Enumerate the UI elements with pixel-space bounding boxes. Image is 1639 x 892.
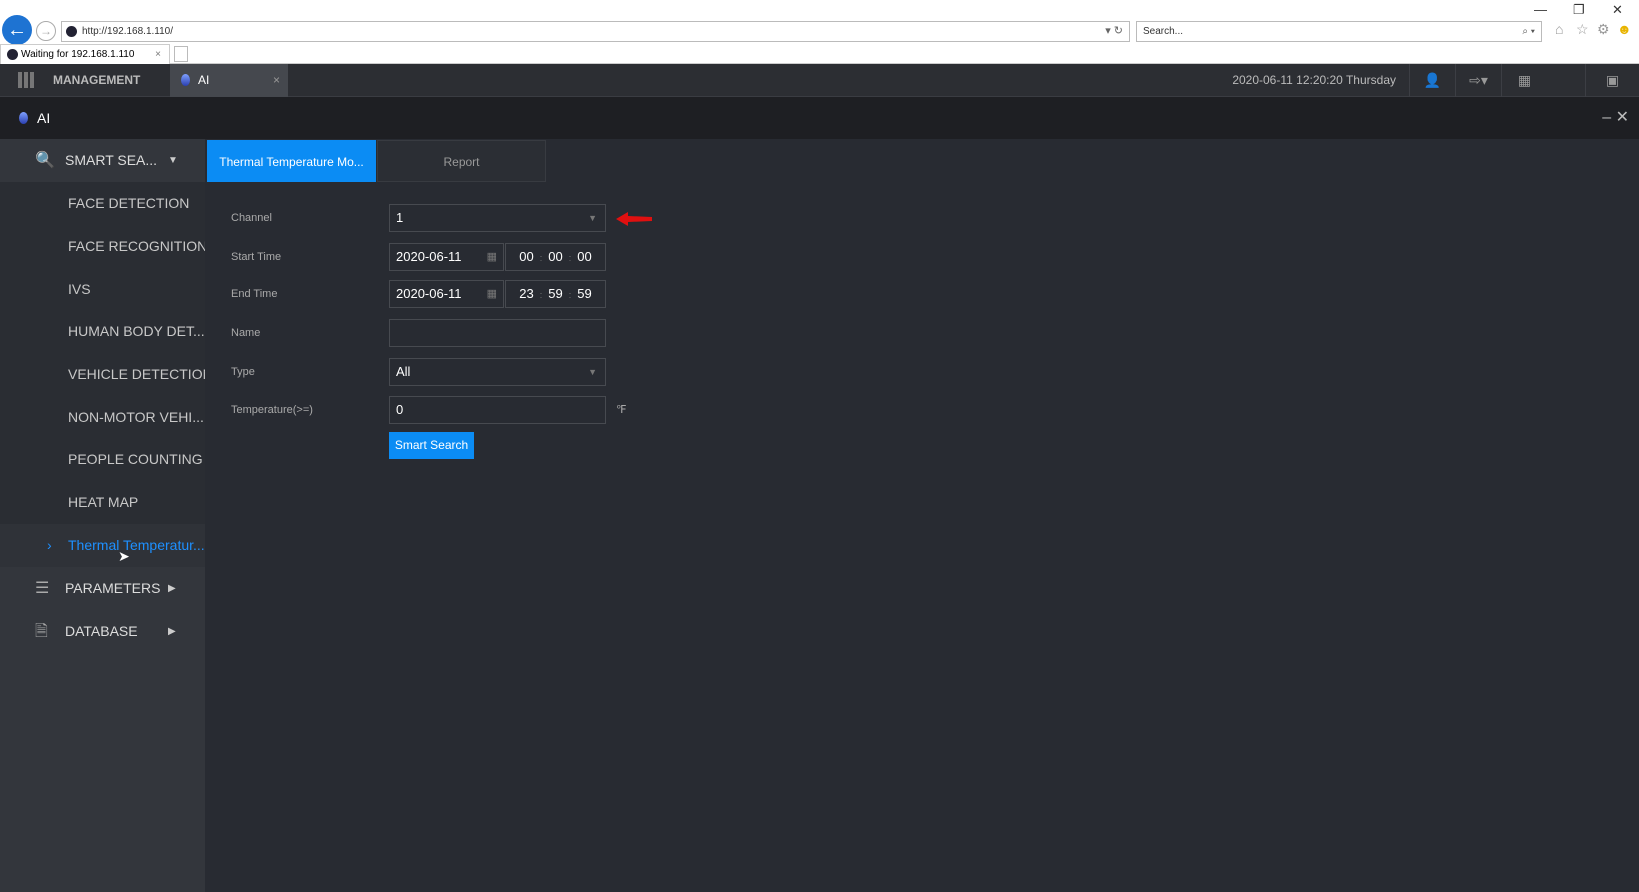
gear-icon[interactable]: ⚙ xyxy=(1597,21,1610,38)
datetime: 2020-06-11 12:20:20 Thursday xyxy=(1232,73,1396,87)
temperature-unit: ℉ xyxy=(616,404,627,416)
sidebar-label: SMART SEA... xyxy=(65,152,158,168)
start-time-input[interactable]: 00:00:00 xyxy=(505,243,606,271)
channel-label: Channel xyxy=(231,212,272,224)
type-label: Type xyxy=(231,366,255,378)
search-placeholder: Search... xyxy=(1143,26,1184,37)
tab-thermal-temperature[interactable]: Thermal Temperature Mo... xyxy=(207,140,376,182)
app-top-bar: MANAGEMENT AI × 2020-06-11 12:20:20 Thurs… xyxy=(0,64,1639,97)
hour: 00 xyxy=(519,249,534,264)
minimize-icon[interactable]: — xyxy=(1534,2,1547,17)
tab-title: Waiting for 192.168.1.110 xyxy=(21,49,135,60)
sidebar-item-heat-map[interactable]: HEAT MAP xyxy=(0,481,205,524)
smiley-icon[interactable]: ☻ xyxy=(1617,21,1632,37)
window-title-bar: AI – ✕ xyxy=(0,97,1639,139)
ai-icon xyxy=(181,74,190,86)
chevron-right-icon: › xyxy=(47,537,52,553)
globe-icon xyxy=(7,49,18,60)
sidebar-parameters[interactable]: ☰ PARAMETERS ▶ xyxy=(0,567,205,610)
database-icon: 🗎 xyxy=(35,623,48,640)
sidebar-item-people-counting[interactable]: PEOPLE COUNTING xyxy=(0,438,205,481)
sidebar-label: Thermal Temperatur... xyxy=(68,537,205,553)
sidebar-item-vehicle-detection[interactable]: VEHICLE DETECTION xyxy=(0,353,205,396)
qr-code-icon[interactable]: ▦ xyxy=(1501,64,1547,97)
refresh-icon[interactable]: ▾ ↻ xyxy=(1105,22,1123,41)
channel-value: 1 xyxy=(396,210,404,225)
back-button[interactable]: ← xyxy=(2,15,32,45)
dropdown-arrow-icon: ▼ xyxy=(588,367,597,377)
sidebar-item-human-body[interactable]: HUMAN BODY DET... xyxy=(0,310,205,353)
name-label: Name xyxy=(231,327,261,339)
globe-icon xyxy=(66,26,77,37)
restore-icon[interactable]: ❐ xyxy=(1573,2,1585,18)
name-input[interactable] xyxy=(389,319,606,347)
temperature-label: Temperature(>=) xyxy=(231,404,313,416)
smart-search-button[interactable]: Smart Search xyxy=(389,432,474,459)
close-tab-icon[interactable]: × xyxy=(155,45,161,64)
browser-chrome: ← → http://192.168.1.110/ ▾ ↻ Search... ⌕ … xyxy=(0,0,1639,64)
window-title: AI xyxy=(37,110,51,126)
channel-select[interactable]: 1 ▼ xyxy=(389,204,606,232)
calendar-icon[interactable]: ▦ xyxy=(487,281,497,307)
sidebar-item-thermal-temperature[interactable]: › Thermal Temperatur... xyxy=(0,524,205,567)
start-date-value: 2020-06-11 xyxy=(396,249,462,264)
end-time-label: End Time xyxy=(231,288,278,300)
star-icon[interactable]: ☆ xyxy=(1576,21,1589,38)
start-date-input[interactable]: 2020-06-11 ▦ xyxy=(389,243,504,271)
window-controls[interactable]: – ✕ xyxy=(1602,97,1629,139)
dropdown-arrow-icon: ▼ xyxy=(588,213,597,223)
tab-ai[interactable]: AI × xyxy=(170,64,288,97)
new-tab-button[interactable] xyxy=(174,46,188,62)
management-button[interactable]: MANAGEMENT xyxy=(0,64,170,97)
search-icon[interactable]: ⌕ ▾ xyxy=(1522,22,1535,41)
tab-report[interactable]: Report xyxy=(377,140,546,182)
type-select[interactable]: All ▼ xyxy=(389,358,606,386)
temperature-input[interactable]: 0 xyxy=(389,396,606,424)
caret-right-icon: ▶ xyxy=(168,583,176,594)
sidebar-item-face-detection[interactable]: FACE DETECTION xyxy=(0,182,205,225)
logout-icon[interactable]: ⇨▾ xyxy=(1455,64,1501,97)
management-label: MANAGEMENT xyxy=(53,73,141,87)
sidebar-item-face-recognition[interactable]: FACE RECOGNITION xyxy=(0,225,205,268)
browser-tab[interactable]: Waiting for 192.168.1.110 × xyxy=(0,44,170,64)
address-bar[interactable]: http://192.168.1.110/ ▾ ↻ xyxy=(61,21,1130,42)
close-tab-icon[interactable]: × xyxy=(273,64,280,97)
smart-search-icon: 🔍 xyxy=(35,152,55,169)
list-icon: ☰ xyxy=(35,580,50,597)
grid-icon xyxy=(18,72,34,88)
browser-search-input[interactable]: Search... ⌕ ▾ xyxy=(1136,21,1542,42)
url-text: http://192.168.1.110/ xyxy=(82,26,174,37)
start-time-label: Start Time xyxy=(231,251,282,263)
monitor-icon[interactable]: ▣ xyxy=(1585,64,1639,97)
ai-icon xyxy=(19,112,28,124)
tab-ai-label: AI xyxy=(198,73,210,87)
sidebar-smart-search[interactable]: 🔍 SMART SEA... ▼ xyxy=(0,139,205,182)
user-icon[interactable]: 👤 xyxy=(1409,64,1455,97)
sidebar-item-ivs[interactable]: IVS xyxy=(0,268,205,311)
sidebar-item-non-motor[interactable]: NON-MOTOR VEHI... xyxy=(0,396,205,439)
calendar-icon[interactable]: ▦ xyxy=(487,244,497,270)
mouse-cursor-icon: ➤ xyxy=(118,548,130,564)
minute: 59 xyxy=(548,286,563,301)
caret-down-icon: ▼ xyxy=(168,155,178,166)
end-date-input[interactable]: 2020-06-11 ▦ xyxy=(389,280,504,308)
red-arrow-icon xyxy=(616,212,652,226)
sidebar: 🔍 SMART SEA... ▼ FACE DETECTION FACE RECOG… xyxy=(0,139,205,892)
end-time-input[interactable]: 23:59:59 xyxy=(505,280,606,308)
minute: 00 xyxy=(548,249,563,264)
home-icon[interactable]: ⌂ xyxy=(1555,21,1563,37)
sidebar-submenu: FACE DETECTION FACE RECOGNITION IVS HUMA… xyxy=(0,182,205,567)
second: 59 xyxy=(577,286,592,301)
hour: 23 xyxy=(519,286,534,301)
type-value: All xyxy=(396,364,411,379)
forward-button[interactable]: → xyxy=(36,21,56,41)
sidebar-label: PARAMETERS xyxy=(65,580,161,596)
sidebar-database[interactable]: 🗎 DATABASE ▶ xyxy=(0,610,205,653)
second: 00 xyxy=(577,249,592,264)
sidebar-label: DATABASE xyxy=(65,623,138,639)
end-date-value: 2020-06-11 xyxy=(396,286,462,301)
close-icon[interactable]: ✕ xyxy=(1612,2,1623,18)
caret-right-icon: ▶ xyxy=(168,626,176,637)
